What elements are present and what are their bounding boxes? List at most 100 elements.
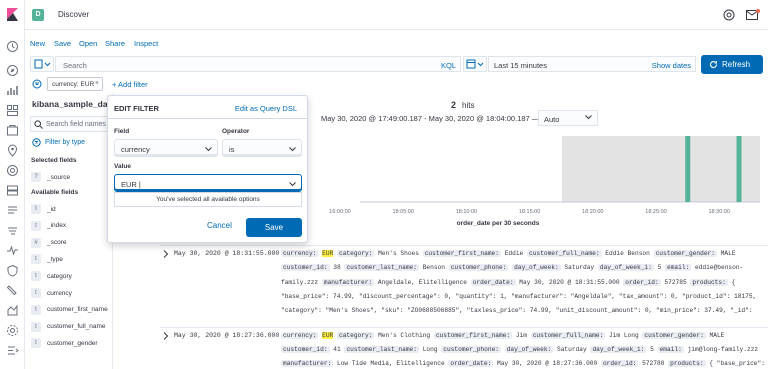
field-name: category (47, 272, 72, 280)
field-type-icon: t (31, 338, 41, 349)
show-dates-link[interactable]: Show dates (652, 61, 691, 70)
field-label: manufacturer: (281, 360, 334, 368)
histogram-bar[interactable] (685, 136, 691, 202)
management-icon[interactable] (6, 324, 19, 337)
field-label: customer_gender: (653, 250, 717, 257)
field-label: currency: (281, 331, 319, 339)
chevron-down-icon (289, 182, 296, 187)
x-tick-label: 16:00:00 (329, 209, 350, 215)
add-filter-link[interactable]: + Add filter (112, 80, 148, 89)
maps-icon[interactable] (6, 144, 19, 157)
open-link[interactable]: Open (79, 39, 97, 48)
x-tick-label: 18:05:00 (392, 209, 413, 215)
field-name: _id (47, 205, 56, 213)
value-input: EUR (121, 180, 137, 189)
value-label: Value (114, 163, 131, 170)
field-item[interactable]: t currency (31, 286, 72, 300)
cancel-button[interactable]: Cancel (207, 221, 232, 230)
field-value: Men's Clothing (378, 331, 431, 339)
dev-tools-icon[interactable] (6, 284, 19, 297)
kibana-logo-icon[interactable] (6, 8, 19, 21)
chevron-down-icon (289, 147, 296, 152)
expand-row-icon[interactable] (163, 331, 169, 340)
field-value: Angeldale, Elitelligence (377, 278, 467, 286)
field-item[interactable]: t category (31, 269, 72, 283)
space-avatar[interactable]: D (32, 9, 44, 21)
field-label: customer_id: (281, 264, 330, 272)
date-picker[interactable]: Last 15 minutes Show dates (488, 56, 696, 72)
remove-filter-icon[interactable]: × (95, 80, 99, 87)
index-pattern-title[interactable]: kibana_sample_data (32, 99, 112, 109)
monitoring-icon[interactable] (6, 304, 19, 317)
time-range: Last 15 minutes (494, 61, 547, 70)
siem-icon[interactable] (6, 264, 19, 277)
field-label: day_of_week_i: (590, 345, 647, 353)
recent-icon[interactable] (6, 40, 19, 53)
field-item[interactable]: t _id (31, 202, 56, 216)
field-label: customer_first_name: (422, 250, 501, 257)
infrastructure-icon[interactable] (6, 184, 19, 197)
field-value: 572785 (664, 278, 687, 286)
histogram-bar[interactable] (736, 136, 742, 202)
save-link[interactable]: Save (54, 39, 71, 48)
apm-icon[interactable] (6, 224, 19, 237)
field-item[interactable]: t customer_full_name (31, 320, 106, 334)
field-item[interactable]: t customer_first_name (31, 303, 108, 317)
saved-queries-button[interactable] (30, 56, 54, 72)
field-value: 38 (333, 264, 341, 272)
dashboard-icon[interactable] (6, 104, 19, 117)
field-name: customer_gender (47, 339, 98, 347)
field-name: customer_first_name (47, 306, 108, 314)
field-label: manufacturer: (321, 278, 375, 286)
save-button[interactable]: Save (246, 218, 302, 237)
field-value: MALE (709, 331, 725, 339)
canvas-icon[interactable] (6, 124, 19, 137)
refresh-button[interactable]: Refresh (701, 55, 763, 74)
help-icon[interactable] (723, 9, 735, 21)
field-search-placeholder: Search field names (46, 121, 106, 128)
filter-pill[interactable]: currency: EUR × (47, 77, 103, 91)
query-bar: Search KQL Last 15 minutes Show dates Re… (25, 52, 768, 76)
edit-as-query-dsl-link[interactable]: Edit as Query DSL (235, 104, 297, 113)
share-link[interactable]: Share (105, 39, 125, 48)
field-value: Jim (515, 331, 527, 339)
field-sidebar: kibana_sample_data Search field names Fi… (25, 94, 113, 369)
field-name: _score (47, 239, 67, 247)
field-item[interactable]: ? _source (31, 170, 70, 184)
field-item[interactable]: t _index (31, 219, 66, 233)
field-item[interactable]: t customer_gender (31, 336, 98, 350)
histogram-chart: 16:00:00 18:05:00 18:10:00 18:15:00 18:20:00… (329, 136, 760, 215)
field-select[interactable]: currency (114, 139, 218, 157)
operator-select[interactable]: is (222, 139, 302, 157)
value-combobox[interactable]: EUR | (114, 174, 302, 192)
field-search-input[interactable]: Search field names (30, 116, 112, 132)
field-value: Jim Long (608, 331, 639, 339)
quick-menu-button[interactable] (463, 56, 487, 72)
collapse-nav-icon[interactable] (6, 344, 19, 357)
document-source-line: customer_id: 38 customer_last_name: Bens… (281, 264, 743, 272)
field-label: email: (657, 345, 684, 353)
uptime-icon[interactable] (6, 244, 19, 257)
ml-icon[interactable] (6, 164, 19, 177)
field-value: jim@long-family.zzz (687, 345, 759, 353)
refresh-label: Refresh (722, 60, 751, 69)
inspect-link[interactable]: Inspect (134, 39, 158, 48)
filter-by-type-button[interactable]: Filter by type (32, 138, 85, 147)
field-item[interactable]: # _score (31, 236, 67, 250)
field-type-icon: t (31, 321, 41, 332)
field-label: category: (337, 250, 375, 257)
field-value: Benson (422, 264, 445, 272)
new-link[interactable]: New (30, 39, 45, 48)
discover-icon[interactable] (6, 64, 19, 77)
kql-toggle[interactable]: KQL (441, 61, 456, 70)
expand-row-icon[interactable] (163, 250, 169, 258)
field-label: products: (690, 278, 728, 286)
document-time: May 30, 2020 @ 18:27:36.000 (174, 331, 280, 339)
field-item[interactable]: t _type (31, 252, 63, 266)
newsfeed-icon[interactable] (746, 9, 760, 21)
visualize-icon[interactable] (6, 84, 19, 97)
filter-options-icon[interactable] (32, 79, 42, 89)
logs-icon[interactable] (6, 204, 19, 217)
interval-select[interactable]: Auto (538, 110, 598, 126)
search-input[interactable]: Search KQL (55, 56, 461, 72)
